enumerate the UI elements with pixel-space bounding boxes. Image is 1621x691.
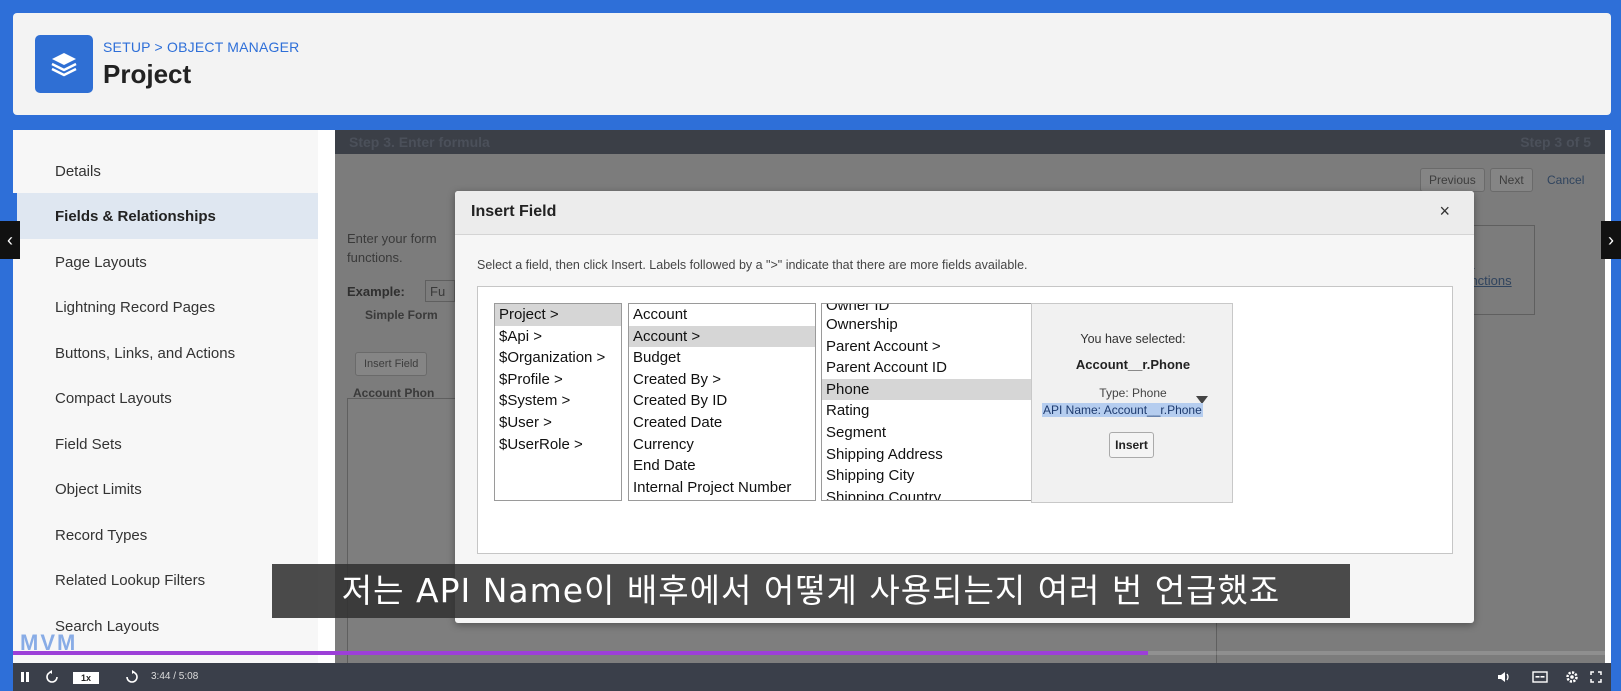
list-item[interactable]: Rating: [822, 400, 1040, 422]
breadcrumb-separator: >: [154, 39, 163, 55]
example-value: Fu: [425, 280, 455, 302]
field-list-level-2[interactable]: Account Account > Budget Created By > Cr…: [628, 303, 816, 501]
selected-field-value: Account__r.Phone: [1075, 357, 1191, 372]
list-item[interactable]: $User >: [495, 412, 621, 434]
previous-button[interactable]: Previous: [1420, 168, 1485, 192]
sidebar-item-compact-layouts[interactable]: Compact Layouts: [13, 375, 318, 421]
list-item[interactable]: $Profile >: [495, 369, 621, 391]
step-title: Step 3. Enter formula: [349, 134, 490, 150]
selection-panel: You have selected: Account__r.Phone Type…: [1031, 303, 1233, 503]
dialog-header: Insert Field ×: [455, 191, 1474, 235]
sidebar-item-field-sets[interactable]: Field Sets: [13, 421, 318, 467]
list-item[interactable]: Shipping City: [822, 465, 1040, 487]
dialog-instruction: Select a field, then click Insert. Label…: [477, 258, 1028, 272]
chevron-left-icon[interactable]: ‹: [0, 221, 20, 259]
step-bar: Step 3. Enter formula Step 3 of 5: [335, 130, 1605, 154]
rewind-icon[interactable]: [43, 667, 61, 687]
video-player-controls: 1x 3:44 / 5:08: [13, 663, 1611, 691]
list-item[interactable]: Phone: [822, 378, 1040, 401]
playback-time: 3:44 / 5:08: [151, 671, 199, 682]
example-label: Example:: [347, 284, 405, 299]
list-item[interactable]: Budget: [629, 347, 815, 369]
list-item[interactable]: Account: [629, 304, 815, 326]
page-title: Project: [103, 59, 192, 89]
pause-icon[interactable]: [17, 667, 33, 687]
sidebar-item-fields-relationships[interactable]: Fields & Relationships: [13, 193, 318, 239]
list-item[interactable]: $System >: [495, 390, 621, 412]
sidebar-item-page-layouts[interactable]: Page Layouts: [13, 239, 318, 285]
breadcrumb-setup-link[interactable]: SETUP: [103, 39, 150, 55]
field-picker: Project > $Api > $Organization > $Profil…: [477, 286, 1453, 554]
list-item[interactable]: Segment: [822, 422, 1040, 444]
list-item[interactable]: $Organization >: [495, 347, 621, 369]
insert-field-dialog: Insert Field × Select a field, then clic…: [455, 191, 1474, 623]
list-item[interactable]: Ownership: [822, 314, 1040, 336]
sidebar-item-buttons-links-actions[interactable]: Buttons, Links, and Actions: [13, 330, 318, 376]
field-list-level-3[interactable]: Owner ID Ownership Parent Account > Pare…: [821, 303, 1041, 501]
insert-field-button-bg[interactable]: Insert Field: [355, 352, 428, 376]
list-item[interactable]: Shipping Country: [822, 487, 1040, 500]
list-item[interactable]: Currency: [629, 434, 815, 456]
sidebar-item-details[interactable]: Details: [13, 148, 318, 194]
list-item[interactable]: Created Date: [629, 412, 815, 434]
sidebar-item-lightning-record-pages[interactable]: Lightning Record Pages: [13, 284, 318, 330]
list-item[interactable]: End Date: [629, 455, 815, 477]
settings-icon[interactable]: [1563, 667, 1581, 687]
close-icon[interactable]: ×: [1439, 201, 1450, 222]
sidebar-item-record-types[interactable]: Record Types: [13, 512, 318, 558]
enter-formula-text: Enter your form: [347, 231, 437, 246]
list-item[interactable]: Shipping Address: [822, 444, 1040, 466]
functions-text: functions.: [347, 250, 403, 265]
video-progress-fill: [13, 651, 1148, 655]
list-item[interactable]: Project >: [495, 304, 621, 326]
captions-icon[interactable]: [1531, 667, 1549, 687]
playback-speed[interactable]: 1x: [73, 672, 100, 684]
object-header: SETUP > OBJECT MANAGER Project: [13, 13, 1611, 115]
list-item[interactable]: Owner ID: [822, 304, 1040, 314]
list-item[interactable]: Internal Project Number: [629, 477, 815, 499]
layers-icon: [35, 35, 93, 93]
list-item[interactable]: Parent Account ID: [822, 357, 1040, 379]
list-item[interactable]: Parent Account >: [822, 336, 1040, 358]
list-item[interactable]: $Api >: [495, 326, 621, 348]
list-item[interactable]: Account >: [629, 325, 815, 348]
sidebar-item-object-limits[interactable]: Object Limits: [13, 466, 318, 512]
insert-button[interactable]: Insert: [1109, 432, 1154, 458]
breadcrumb-object-manager-link[interactable]: OBJECT MANAGER: [167, 39, 299, 55]
fullscreen-icon[interactable]: [1587, 667, 1605, 687]
simple-formula-tab[interactable]: Simple Form: [365, 308, 438, 322]
selected-label: You have selected:: [1080, 332, 1186, 346]
video-progress-bar[interactable]: [13, 651, 1611, 655]
step-count: Step 3 of 5: [1520, 134, 1591, 150]
list-item[interactable]: Created By >: [629, 369, 815, 391]
breadcrumb: SETUP > OBJECT MANAGER: [103, 39, 299, 55]
next-button[interactable]: Next: [1490, 168, 1533, 192]
selected-api-name: API Name: Account__r.Phone: [1042, 403, 1203, 417]
forward-icon[interactable]: [123, 667, 141, 687]
list-item[interactable]: $UserRole >: [495, 434, 621, 456]
chevron-right-icon[interactable]: ›: [1601, 221, 1621, 259]
field-list-level-1[interactable]: Project > $Api > $Organization > $Profil…: [494, 303, 622, 501]
volume-icon[interactable]: [1495, 667, 1513, 687]
dialog-title: Insert Field: [471, 203, 557, 220]
cancel-link[interactable]: Cancel: [1547, 173, 1584, 187]
list-item[interactable]: Created By ID: [629, 390, 815, 412]
video-subtitle: 저는 API Name이 배후에서 어떻게 사용되는지 여러 번 언급했죠: [272, 564, 1350, 618]
